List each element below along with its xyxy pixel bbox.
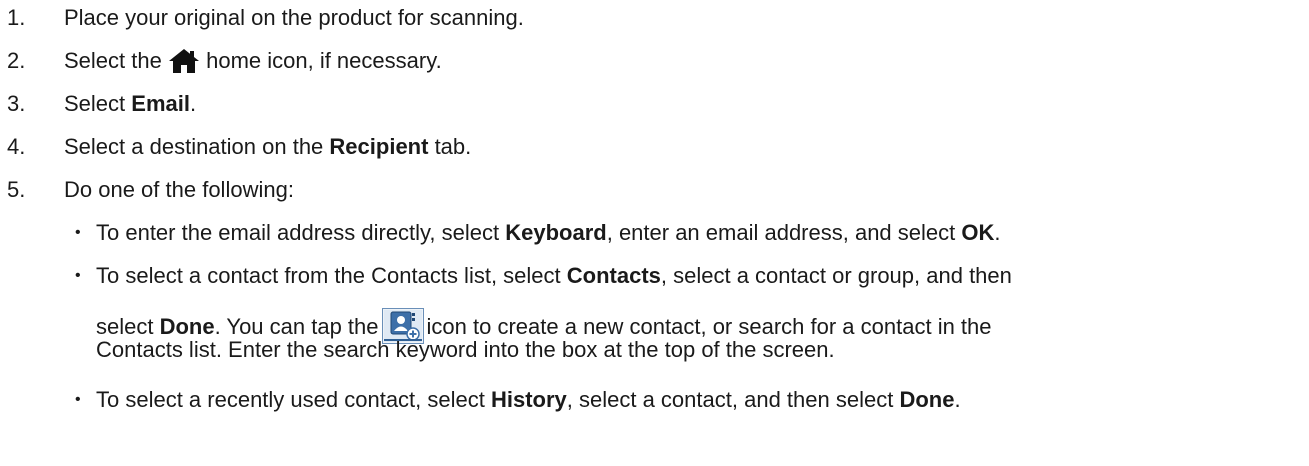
step-text-post: home icon, if necessary. (206, 48, 442, 73)
bullet-text-part: , select a contact, and then select (566, 387, 900, 412)
bullet-text-part: To enter the email address directly, sel… (96, 220, 506, 245)
step-text-post: tab. (428, 134, 472, 159)
bullet-text-part: . (954, 387, 961, 412)
step-number: 4. (7, 134, 26, 159)
step-text: Select the home icon, if necessary. (64, 47, 442, 81)
step-number: 1. (7, 5, 26, 30)
ui-term-recipient: Recipient (329, 134, 429, 159)
ui-term-history: History (490, 387, 567, 412)
step-text-pre: Select the (64, 48, 162, 73)
ui-term-ok: OK (961, 220, 995, 245)
ui-term-email: Email (131, 91, 190, 116)
step-text: Place your original on the product for s… (64, 5, 524, 30)
bullet-text-part: , enter an email address, and select (606, 220, 962, 245)
step-text-pre: Select (64, 91, 132, 116)
bullet-text: To enter the email address directly, sel… (96, 219, 1001, 247)
step-text-pre: Select a destination on the (64, 134, 330, 159)
bullet-dot: • (75, 267, 81, 284)
step-text: Select Email. (64, 90, 196, 118)
bullet-text-part: To select a recently used contact, selec… (96, 387, 491, 412)
bullet-text: To select a recently used contact, selec… (96, 386, 961, 414)
step-number: 5. (7, 177, 26, 202)
bullet-dot: • (75, 224, 81, 241)
step-number: 2. (7, 48, 26, 73)
bullet-dot: • (75, 391, 81, 408)
ui-term-done: Done (899, 387, 955, 412)
bullet-text: Contacts list. Enter the search keyword … (96, 337, 835, 362)
step-text-post: . (189, 91, 197, 116)
ui-term-contacts: Contacts (566, 263, 661, 288)
step-text: Select a destination on the Recipient ta… (64, 133, 471, 161)
bullet-text-part: , select a contact or group, and then (660, 263, 1012, 288)
bullet-text-part: To select a contact from the Contacts li… (96, 263, 567, 288)
bullet-text: To select a contact from the Contacts li… (96, 262, 1012, 290)
step-number: 3. (7, 91, 26, 116)
bullet-text-part: . (994, 220, 1001, 245)
ui-term-keyboard: Keyboard (505, 220, 607, 245)
home-icon (168, 48, 200, 81)
step-text: Do one of the following: (64, 177, 294, 202)
